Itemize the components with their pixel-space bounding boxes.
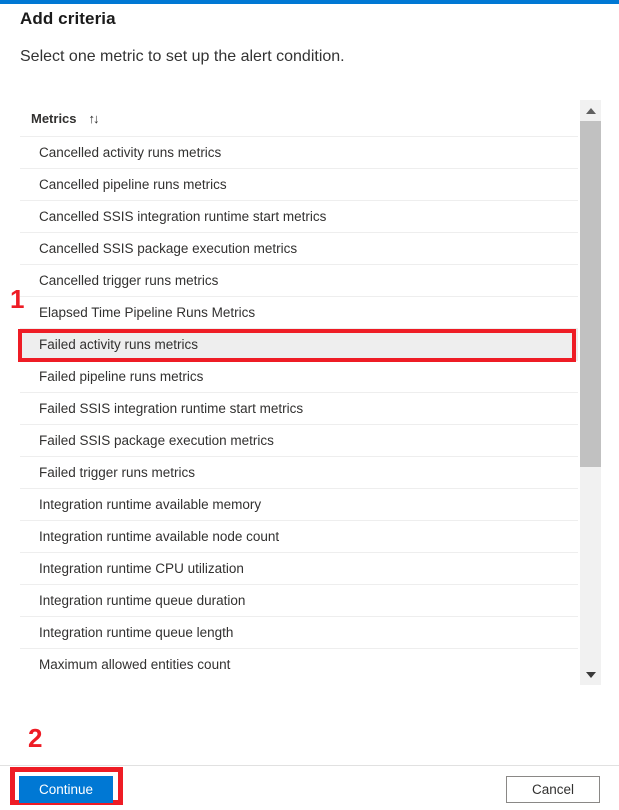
metric-list-item[interactable]: Cancelled activity runs metrics bbox=[20, 136, 578, 168]
metric-list-item[interactable]: Failed SSIS package execution metrics bbox=[20, 424, 578, 456]
metrics-column-header-label: Metrics bbox=[31, 110, 77, 126]
metric-list-item[interactable]: Integration runtime available memory bbox=[20, 488, 578, 520]
metrics-scrollbar[interactable] bbox=[580, 100, 601, 685]
chevron-up-icon bbox=[585, 107, 596, 114]
metric-list-item[interactable]: Cancelled trigger runs metrics bbox=[20, 264, 578, 296]
metric-list-item[interactable]: Failed activity runs metrics bbox=[20, 328, 578, 360]
page-title: Add criteria bbox=[20, 9, 116, 28]
metric-list-item[interactable]: Maximum allowed entities count bbox=[20, 648, 578, 680]
annotation-step-1: 1 bbox=[10, 284, 25, 314]
scroll-up-arrow-button[interactable] bbox=[580, 100, 601, 121]
metric-list-item[interactable]: Integration runtime queue length bbox=[20, 616, 578, 648]
metrics-panel: Metrics ↑↓ Cancelled activity runs metri… bbox=[20, 100, 601, 685]
metric-list-item[interactable]: Integration runtime CPU utilization bbox=[20, 552, 578, 584]
scroll-down-arrow-button[interactable] bbox=[580, 664, 601, 685]
page-subtitle: Select one metric to set up the alert co… bbox=[20, 48, 345, 65]
annotation-step-2: 2 bbox=[28, 723, 43, 753]
chevron-down-icon bbox=[585, 671, 596, 678]
metric-list-item[interactable]: Integration runtime queue duration bbox=[20, 584, 578, 616]
metric-list-item[interactable]: Failed pipeline runs metrics bbox=[20, 360, 578, 392]
metrics-list[interactable]: Cancelled activity runs metrics Cancelled… bbox=[20, 136, 578, 685]
metric-list-item[interactable]: Cancelled pipeline runs metrics bbox=[20, 168, 578, 200]
metric-list-item[interactable]: Failed trigger runs metrics bbox=[20, 456, 578, 488]
metric-list-item[interactable]: Integration runtime available node count bbox=[20, 520, 578, 552]
metric-list-item[interactable]: Failed SSIS integration runtime start me… bbox=[20, 392, 578, 424]
continue-button[interactable]: Continue bbox=[19, 776, 113, 803]
metric-list-item[interactable]: Cancelled SSIS integration runtime start… bbox=[20, 200, 578, 232]
blade-accent-bar bbox=[0, 0, 619, 4]
blade-footer: Continue Cancel bbox=[0, 766, 619, 810]
scrollbar-thumb[interactable] bbox=[580, 121, 601, 467]
metric-list-item[interactable]: Elapsed Time Pipeline Runs Metrics bbox=[20, 296, 578, 328]
metrics-column-header-row[interactable]: Metrics ↑↓ bbox=[20, 100, 578, 136]
metric-list-item[interactable]: Cancelled SSIS package execution metrics bbox=[20, 232, 578, 264]
sort-ascending-descending-icon[interactable]: ↑↓ bbox=[89, 112, 100, 125]
cancel-button[interactable]: Cancel bbox=[506, 776, 600, 803]
